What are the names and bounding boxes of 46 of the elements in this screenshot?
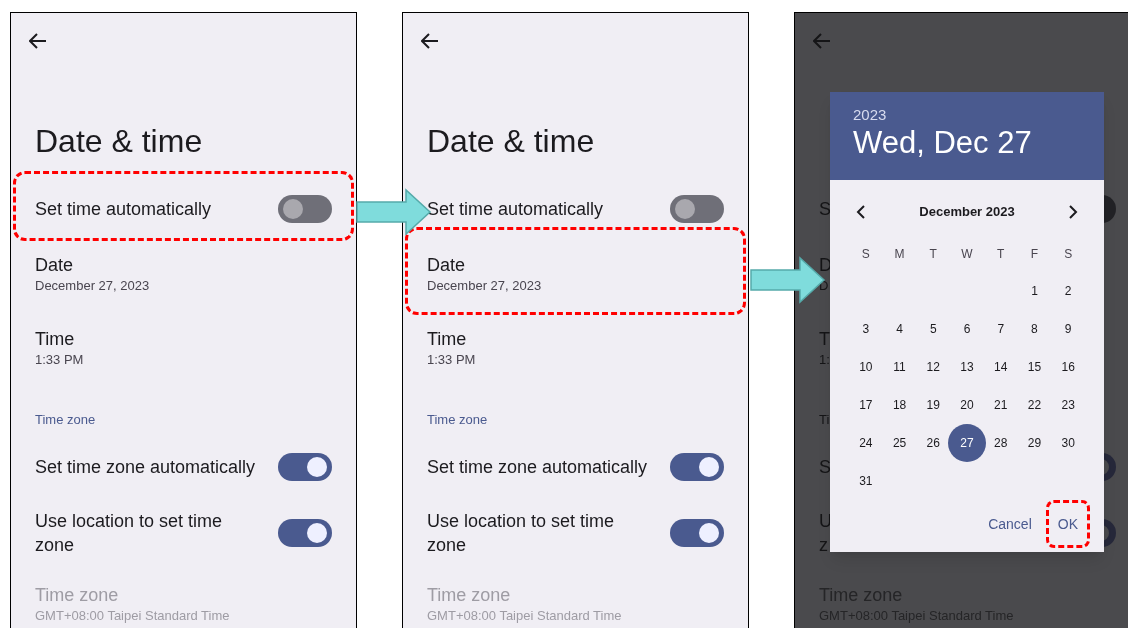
toggle-switch[interactable] xyxy=(670,519,724,547)
selected-date: Wed, Dec 27 xyxy=(853,124,1033,162)
setting-label: Date xyxy=(35,254,74,277)
setting-label: Use location to set time zone xyxy=(427,510,616,557)
setting-label: Time xyxy=(35,328,75,351)
year-label[interactable]: 2023 xyxy=(853,106,1081,124)
toggle-switch[interactable] xyxy=(670,195,724,223)
setting-label: Set time zone automatically xyxy=(427,456,648,479)
weekday-label: T xyxy=(929,246,937,263)
setting-label: Date xyxy=(427,254,466,277)
month-title: December 2023 xyxy=(919,203,1015,222)
setting-value: GMT+08:00 Taipei Standard Time xyxy=(35,607,230,625)
setting-value: GMT+08:00 Taipei Standard Time xyxy=(427,607,622,625)
weekday-label: M xyxy=(894,246,905,263)
toggle-switch[interactable] xyxy=(278,195,332,223)
setting-label: Set time zone automatically xyxy=(35,456,256,479)
dialog-button[interactable]: Cancel xyxy=(978,506,1042,542)
back-arrow-icon[interactable] xyxy=(29,33,47,49)
toggle-switch[interactable] xyxy=(278,453,332,481)
weekday-label: T xyxy=(997,246,1005,263)
back-arrow-icon[interactable] xyxy=(421,33,439,49)
setting-label: Use location to set time zone xyxy=(35,510,224,557)
setting-label: Time zone xyxy=(35,584,119,607)
section-header: Time zone xyxy=(35,412,96,427)
toggle-switch[interactable] xyxy=(278,519,332,547)
setting-label: Set time automatically xyxy=(35,198,212,221)
setting-value: 1:33 PM xyxy=(427,351,476,369)
day-cell[interactable]: 27 xyxy=(948,424,986,462)
dialog-button[interactable]: OK xyxy=(1047,506,1088,542)
weekday-label: S xyxy=(861,246,870,263)
weekday-label: S xyxy=(1064,246,1073,263)
day-cell[interactable]: 31 xyxy=(846,462,885,500)
page-title: Date & time xyxy=(427,123,595,159)
setting-label: Time zone xyxy=(427,584,511,607)
setting-label: Time xyxy=(427,328,467,351)
setting-label: Set time automatically xyxy=(427,198,604,221)
weekday-label: F xyxy=(1030,246,1039,263)
chevron-left-icon[interactable] xyxy=(856,205,866,219)
weekday-label: W xyxy=(961,246,973,263)
chevron-right-icon[interactable] xyxy=(1068,205,1078,219)
section-header: Time zone xyxy=(427,412,488,427)
toggle-switch[interactable] xyxy=(670,453,724,481)
setting-value: December 27, 2023 xyxy=(35,277,150,295)
setting-value: 1:33 PM xyxy=(35,351,84,369)
page-title: Date & time xyxy=(35,123,203,159)
setting-value: December 27, 2023 xyxy=(427,277,542,295)
